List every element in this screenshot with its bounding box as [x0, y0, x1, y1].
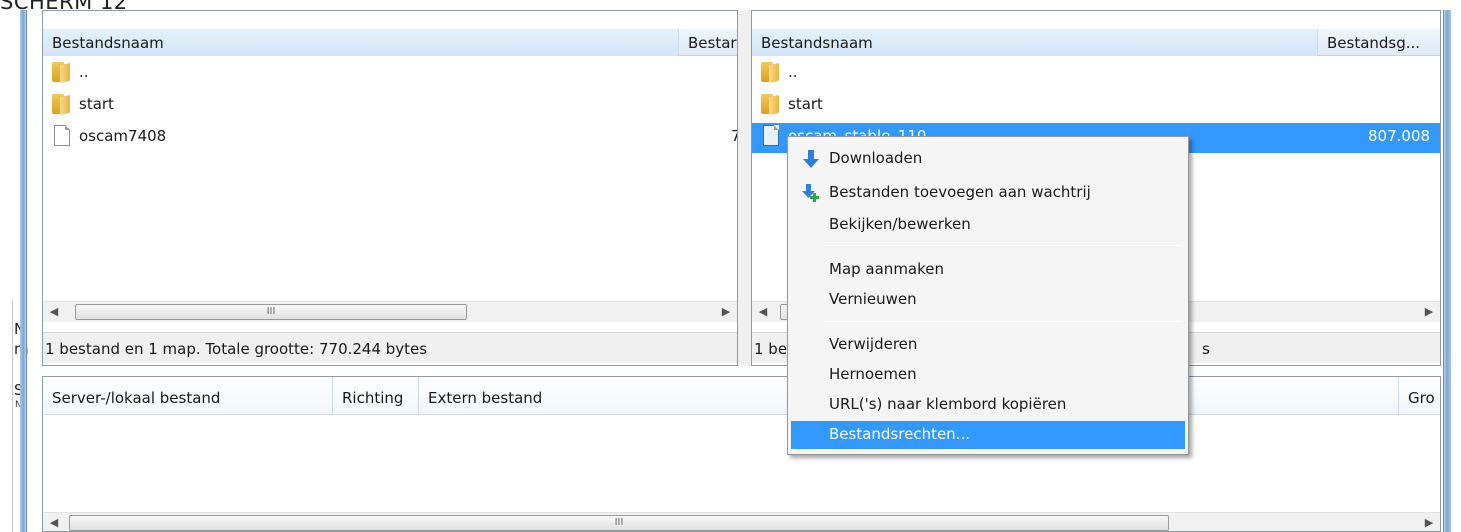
- remote-status-text-end: s: [1202, 340, 1210, 358]
- download-arrow-icon: [803, 150, 819, 168]
- scroll-thumb[interactable]: III: [69, 515, 1169, 531]
- menu-separator: [824, 245, 1182, 246]
- folder-icon: [52, 94, 74, 116]
- local-column-filename[interactable]: Bestandsnaam: [43, 29, 679, 56]
- menu-item-delete[interactable]: Verwijderen: [791, 331, 1185, 359]
- transfer-queue[interactable]: Server-/lokaal bestand Richting Extern b…: [42, 376, 1441, 532]
- file-icon: [763, 125, 779, 146]
- local-row-start[interactable]: start: [43, 91, 737, 121]
- scroll-right-icon[interactable]: ▶: [1418, 513, 1440, 531]
- menu-item-copy-url[interactable]: URL('s) naar klembord kopiëren: [791, 391, 1185, 419]
- scroll-left-icon[interactable]: ◀: [43, 513, 65, 531]
- local-column-header: Bestandsnaam Bestar: [43, 29, 737, 56]
- menu-separator: [824, 321, 1182, 322]
- local-row-file[interactable]: oscam7408 7: [43, 123, 737, 153]
- remote-column-filesize[interactable]: Bestandsg...: [1318, 29, 1440, 56]
- local-row-parent[interactable]: ..: [43, 59, 737, 89]
- add-to-queue-icon: [802, 184, 819, 202]
- remote-column-filename[interactable]: Bestandsnaam: [752, 29, 1318, 56]
- remote-row-parent[interactable]: ..: [752, 59, 1440, 89]
- window-frame-right: [1443, 10, 1451, 532]
- scroll-right-icon[interactable]: ▶: [715, 302, 737, 323]
- local-status-text: 1 bestand en 1 map. Totale grootte: 770.…: [45, 340, 428, 358]
- queue-column-header: Server-/lokaal bestand Richting Extern b…: [43, 377, 1440, 415]
- menu-item-rename[interactable]: Hernoemen: [791, 361, 1185, 389]
- scroll-thumb[interactable]: III: [75, 304, 467, 320]
- local-file-list[interactable]: Bestandsnaam Bestar .. start oscam7408 7…: [42, 10, 738, 366]
- menu-item-refresh[interactable]: Vernieuwen: [791, 286, 1185, 314]
- file-icon: [54, 125, 70, 146]
- remote-status-text-start: 1 be: [754, 340, 788, 358]
- scroll-left-icon[interactable]: ◀: [43, 302, 65, 323]
- folder-icon: [761, 62, 783, 84]
- folder-icon: [52, 62, 74, 84]
- remote-row-start[interactable]: start: [752, 91, 1440, 121]
- pane-splitter[interactable]: [738, 10, 751, 366]
- context-menu: Downloaden Bestanden toevoegen aan wacht…: [787, 136, 1189, 455]
- queue-column-local-file[interactable]: Server-/lokaal bestand: [43, 377, 333, 415]
- menu-item-create-folder[interactable]: Map aanmaken: [791, 256, 1185, 284]
- scroll-left-icon[interactable]: ◀: [752, 302, 774, 323]
- menu-item-download[interactable]: Downloaden: [791, 145, 1185, 173]
- background-window-edge: [12, 300, 13, 532]
- menu-item-view-edit[interactable]: Bekijken/bewerken: [791, 211, 1185, 239]
- file-size: 807.008: [1368, 127, 1431, 145]
- scroll-right-icon[interactable]: ▶: [1418, 302, 1440, 323]
- remote-column-header: Bestandsnaam Bestandsg...: [752, 29, 1440, 56]
- window-frame-left: [20, 10, 27, 532]
- menu-item-add-to-queue[interactable]: Bestanden toevoegen aan wachtrij: [791, 179, 1185, 207]
- file-size: 7: [731, 127, 737, 145]
- local-horizontal-scrollbar[interactable]: ◀ III ▶: [43, 301, 737, 322]
- queue-horizontal-scrollbar[interactable]: ◀ III ▶: [43, 512, 1440, 531]
- local-column-filesize[interactable]: Bestar: [679, 29, 737, 56]
- queue-column-size[interactable]: Gro: [1399, 377, 1440, 415]
- local-status-bar: 1 bestand en 1 map. Totale grootte: 770.…: [43, 332, 737, 363]
- folder-icon: [761, 94, 783, 116]
- queue-column-direction[interactable]: Richting: [333, 377, 419, 415]
- menu-item-file-permissions[interactable]: Bestandsrechten...: [791, 421, 1185, 449]
